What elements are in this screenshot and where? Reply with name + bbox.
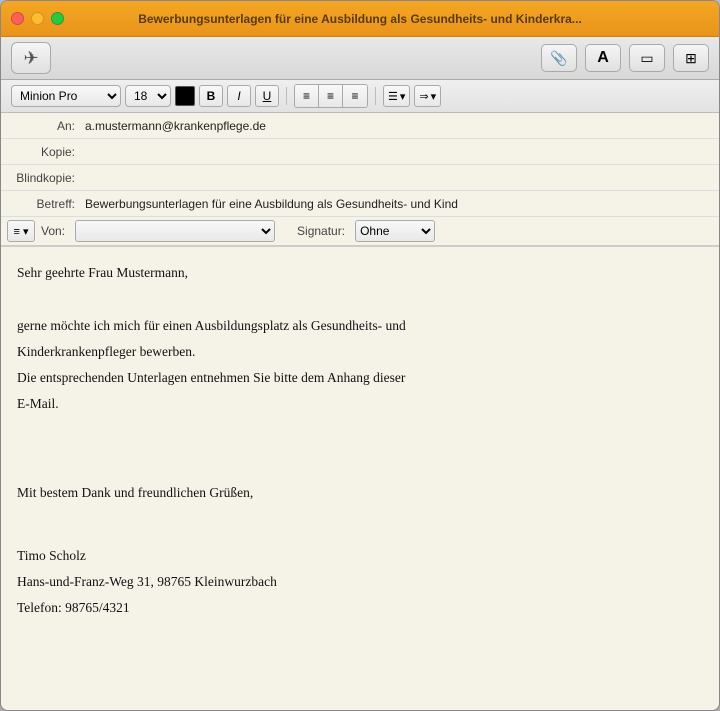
signature-label: Signatur:: [297, 224, 345, 238]
bcc-label: Blindkopie:: [1, 171, 81, 185]
body-para1-line3: Die entsprechenden Unterlagen entnehmen …: [17, 368, 703, 388]
to-input[interactable]: [81, 116, 719, 136]
cc-field-row: Kopie:: [1, 139, 719, 165]
indent-dropdown[interactable]: ⇒ ▾: [414, 85, 441, 107]
font-family-select[interactable]: Minion Pro: [11, 85, 121, 107]
font-size-select[interactable]: 18: [125, 85, 171, 107]
signature-select[interactable]: Ohne: [355, 220, 435, 242]
font-button[interactable]: A: [585, 44, 621, 72]
subject-input[interactable]: [81, 194, 719, 214]
alignment-group: ≡ ≡ ≡: [294, 84, 368, 108]
indent-icon: ⇒: [419, 90, 428, 103]
indent-dropdown-arrow: ▾: [431, 90, 437, 103]
bcc-input[interactable]: [81, 168, 719, 188]
grid-button[interactable]: ⊞: [673, 44, 709, 72]
font-icon: A: [597, 49, 609, 67]
email-header-fields: An: Kopie: Blindkopie: Betreff: ≡ ▾ Von:…: [1, 113, 719, 247]
list-dropdown[interactable]: ☰ ▾: [383, 85, 410, 107]
von-row: ≡ ▾ Von: Signatur: Ohne: [1, 217, 719, 246]
body-para1-line1: gerne möchte ich mich für einen Ausbildu…: [17, 316, 703, 336]
attach-button[interactable]: 📎: [541, 44, 577, 72]
closing: Mit bestem Dank und freundlichen Grüßen,: [17, 483, 703, 503]
body-para1-line4: E-Mail.: [17, 394, 703, 414]
align-left-button[interactable]: ≡: [295, 85, 319, 107]
cc-input[interactable]: [81, 142, 719, 162]
sort-button[interactable]: ≡ ▾: [7, 220, 35, 242]
italic-button[interactable]: I: [227, 85, 251, 107]
list-dropdown-arrow: ▾: [400, 90, 406, 103]
email-body[interactable]: Sehr geehrte Frau Mustermann, gerne möch…: [1, 247, 719, 710]
from-label: Von:: [41, 224, 69, 238]
close-button[interactable]: [11, 12, 24, 25]
align-right-button[interactable]: ≡: [343, 85, 367, 107]
send-button[interactable]: ✈: [11, 42, 51, 74]
divider2: [375, 87, 376, 105]
paragraph-spacer2: [17, 431, 703, 451]
align-center-button[interactable]: ≡: [319, 85, 343, 107]
window-button[interactable]: ▭: [629, 44, 665, 72]
traffic-lights: [11, 12, 64, 25]
window-title: Bewerbungsunterlagen für eine Ausbildung…: [138, 12, 582, 26]
minimize-button[interactable]: [31, 12, 44, 25]
sender-address: Hans-und-Franz-Weg 31, 98765 Kleinwurzba…: [17, 572, 703, 592]
window-icon: ▭: [640, 50, 653, 67]
formatting-bar: Minion Pro 18 B I U ≡ ≡ ≡ ☰ ▾ ⇒ ▾: [1, 80, 719, 113]
cc-label: Kopie:: [1, 145, 81, 159]
sender-name: Timo Scholz: [17, 546, 703, 566]
send-icon: ✈: [23, 48, 38, 69]
to-label: An:: [1, 119, 81, 133]
grid-icon: ⊞: [685, 50, 697, 67]
bold-button[interactable]: B: [199, 85, 223, 107]
toolbar-left: ✈: [11, 42, 51, 74]
sort-icon: ≡ ▾: [14, 225, 29, 238]
paragraph-spacer4: [17, 519, 703, 539]
subject-label: Betreff:: [1, 197, 81, 211]
toolbar-right: 📎 A ▭ ⊞: [541, 44, 709, 72]
text-color-picker[interactable]: [175, 86, 195, 106]
to-field-row: An:: [1, 113, 719, 139]
titlebar: Bewerbungsunterlagen für eine Ausbildung…: [1, 1, 719, 37]
email-compose-window: Bewerbungsunterlagen für eine Ausbildung…: [0, 0, 720, 711]
attach-icon: 📎: [550, 50, 567, 67]
list-icon: ☰: [388, 90, 398, 103]
main-toolbar: ✈ 📎 A ▭ ⊞: [1, 37, 719, 80]
from-select[interactable]: [75, 220, 275, 242]
bcc-field-row: Blindkopie:: [1, 165, 719, 191]
maximize-button[interactable]: [51, 12, 64, 25]
sender-phone: Telefon: 98765/4321: [17, 598, 703, 618]
subject-field-row: Betreff:: [1, 191, 719, 217]
paragraph-spacer: [17, 289, 703, 309]
greeting: Sehr geehrte Frau Mustermann,: [17, 263, 703, 283]
divider1: [286, 87, 287, 105]
underline-button[interactable]: U: [255, 85, 279, 107]
paragraph-spacer3: [17, 457, 703, 477]
body-para1-line2: Kinderkrankenpfleger bewerben.: [17, 342, 703, 362]
